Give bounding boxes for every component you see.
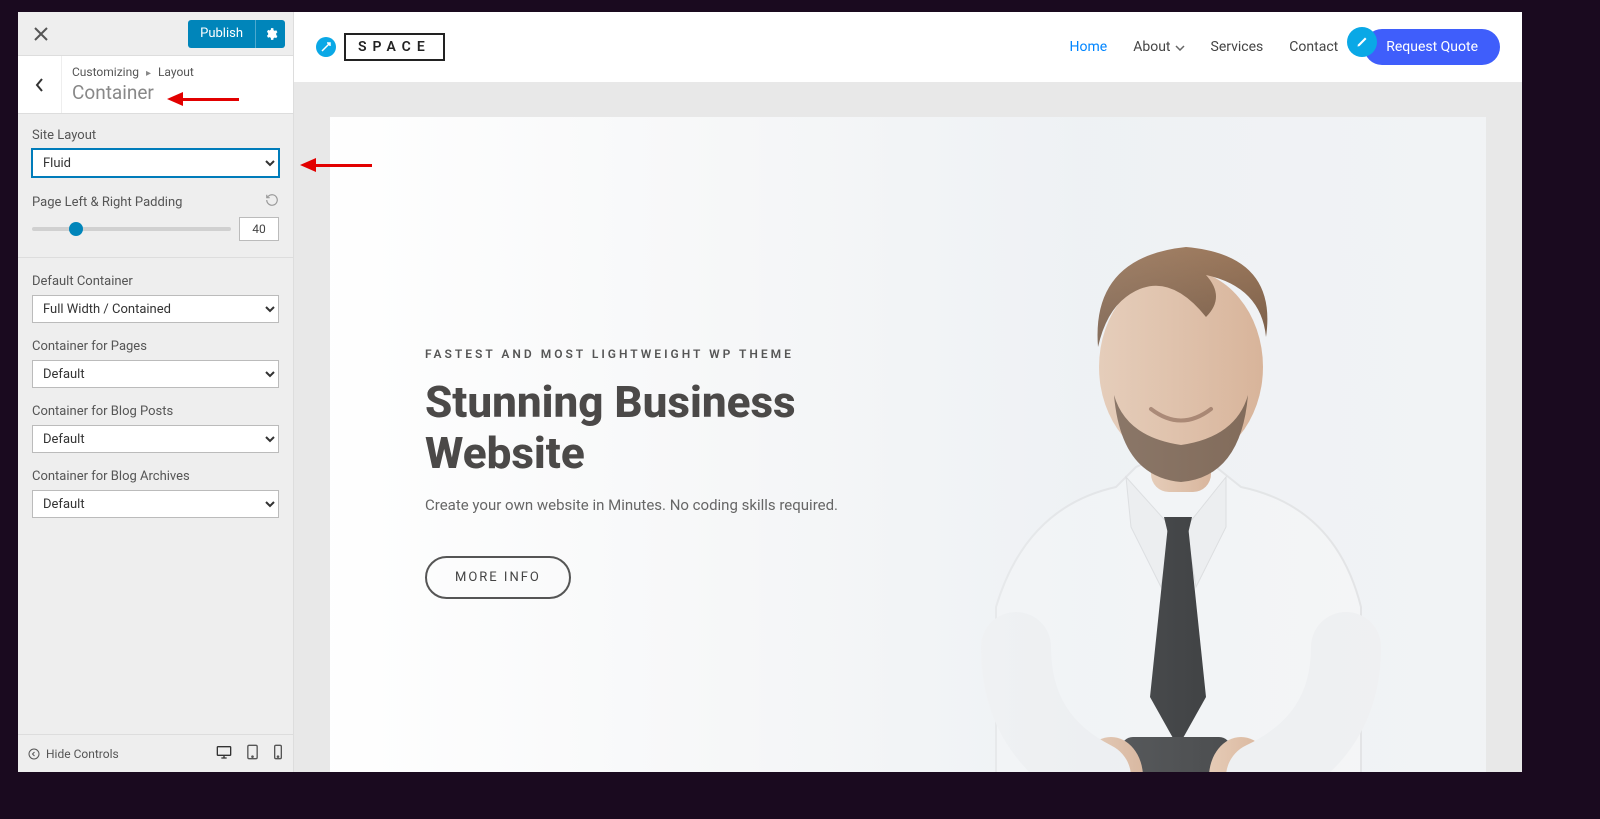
annotation-arrow-select xyxy=(300,158,372,172)
logo-mark-icon xyxy=(316,37,336,57)
publish-button[interactable]: Publish xyxy=(188,20,255,48)
breadcrumb-parent: Layout xyxy=(158,65,194,79)
tablet-icon xyxy=(246,744,259,760)
site-layout-label: Site Layout xyxy=(32,128,279,143)
close-customizer-button[interactable] xyxy=(26,19,56,49)
breadcrumb-root: Customizing xyxy=(72,65,139,79)
default-container-label: Default Container xyxy=(32,274,279,289)
app-frame: Publish Customizing ▸ Layout Container xyxy=(18,12,1522,772)
container-archives-select[interactable]: Default xyxy=(32,490,279,518)
hero-title: Stunning Business Website xyxy=(425,377,838,478)
chevron-down-icon xyxy=(1175,45,1185,51)
container-archives-label: Container for Blog Archives xyxy=(32,469,279,484)
primary-nav: Home About Services Contact Request Quot… xyxy=(1070,29,1500,65)
nav-services[interactable]: Services xyxy=(1211,39,1264,55)
desktop-icon xyxy=(216,745,232,759)
customizer-footer: Hide Controls xyxy=(18,734,293,772)
padding-value-input[interactable] xyxy=(239,217,279,241)
site-logo[interactable]: SPACE xyxy=(316,33,445,61)
hero-eyebrow: FASTEST AND MOST LIGHTWEIGHT WP THEME xyxy=(425,347,838,361)
hero-subtitle: Create your own website in Minutes. No c… xyxy=(425,496,838,514)
padding-label: Page Left & Right Padding xyxy=(32,195,182,210)
annotation-arrow-title xyxy=(167,92,239,106)
back-button[interactable] xyxy=(18,56,62,113)
undo-icon xyxy=(265,193,279,207)
nav-home[interactable]: Home xyxy=(1070,39,1108,55)
gear-icon xyxy=(264,27,278,41)
publish-settings-button[interactable] xyxy=(255,20,285,48)
customizer-sidebar: Publish Customizing ▸ Layout Container xyxy=(18,12,294,772)
customizer-topbar: Publish xyxy=(18,12,293,56)
container-posts-select[interactable]: Default xyxy=(32,425,279,453)
breadcrumb-separator: ▸ xyxy=(146,68,151,79)
reset-padding-button[interactable] xyxy=(265,193,279,211)
hero-section: FASTEST AND MOST LIGHTWEIGHT WP THEME St… xyxy=(330,117,1486,772)
hide-controls-button[interactable]: Hide Controls xyxy=(28,747,119,761)
default-container-select[interactable]: Full Width / Contained xyxy=(32,295,279,323)
chevron-left-icon xyxy=(34,78,46,92)
logo-text: SPACE xyxy=(344,33,445,61)
mobile-icon xyxy=(273,744,283,760)
nav-about[interactable]: About xyxy=(1133,39,1184,55)
site-layout-select[interactable]: Fluid xyxy=(32,149,279,177)
edit-shortcut-button[interactable] xyxy=(1350,30,1374,54)
more-info-button[interactable]: MORE INFO xyxy=(425,556,571,599)
padding-slider[interactable] xyxy=(32,227,231,231)
container-posts-label: Container for Blog Posts xyxy=(32,404,279,419)
customizer-section-header: Customizing ▸ Layout Container xyxy=(18,56,293,114)
container-pages-select[interactable]: Default xyxy=(32,360,279,388)
device-tablet-button[interactable] xyxy=(246,744,259,764)
collapse-left-icon xyxy=(28,748,40,760)
preview-pane: SPACE Home About Services Contact Reques… xyxy=(294,12,1522,772)
request-quote-button[interactable]: Request Quote xyxy=(1364,29,1500,65)
breadcrumb: Customizing ▸ Layout xyxy=(72,65,194,79)
pencil-icon xyxy=(1356,36,1368,48)
site-header: SPACE Home About Services Contact Reques… xyxy=(294,12,1522,82)
customizer-body: Site Layout Fluid Page Left & Right Padd… xyxy=(18,114,293,734)
device-mobile-button[interactable] xyxy=(273,744,283,764)
hero-text: FASTEST AND MOST LIGHTWEIGHT WP THEME St… xyxy=(425,347,838,599)
nav-about-label: About xyxy=(1133,39,1170,55)
close-icon xyxy=(34,27,48,41)
divider xyxy=(18,257,293,258)
device-desktop-button[interactable] xyxy=(216,744,232,764)
hide-controls-label: Hide Controls xyxy=(46,747,119,761)
nav-contact[interactable]: Contact xyxy=(1289,39,1338,55)
container-pages-label: Container for Pages xyxy=(32,339,279,354)
